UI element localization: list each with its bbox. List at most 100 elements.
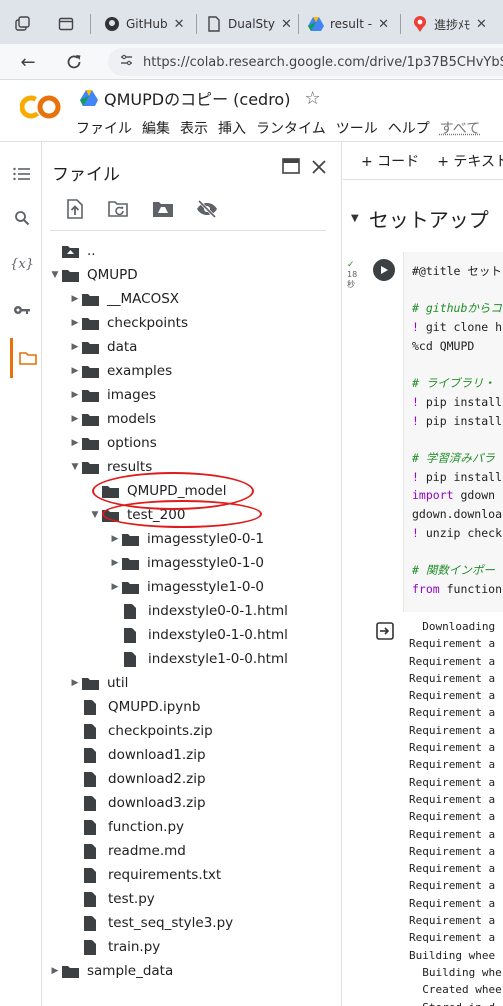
- collapsed-arrow-icon[interactable]: ▶: [68, 294, 82, 304]
- url-field[interactable]: https://colab.research.google.com/drive/…: [108, 48, 503, 76]
- notebook-title[interactable]: QMUPDのコピー (cedro) ☆: [80, 86, 321, 110]
- folder-outline-icon: [19, 351, 37, 365]
- file-row[interactable]: test.py: [68, 888, 155, 910]
- menu-insert[interactable]: 挿入: [218, 118, 246, 138]
- code-editor[interactable]: #@title セット # githubからコ ! git clone h %cd …: [403, 252, 503, 612]
- output-actions-icon[interactable]: [376, 622, 394, 640]
- folder-row[interactable]: ▶ models: [68, 408, 156, 430]
- tab-dualstyle[interactable]: DualSty ✕: [206, 8, 292, 40]
- file-row[interactable]: download3.zip: [68, 792, 206, 814]
- folder-row[interactable]: ▶ examples: [68, 360, 172, 382]
- close-icon[interactable]: ✕: [281, 17, 292, 32]
- code-line: ! pip install: [412, 468, 503, 487]
- output-line: Requirement a: [409, 860, 503, 877]
- code-line: gdown.downloa: [412, 505, 503, 524]
- collapsed-arrow-icon[interactable]: ▶: [68, 678, 82, 688]
- tab-progress-memo[interactable]: 進捗ﾒﾓ ✕: [412, 8, 487, 40]
- file-row[interactable]: download1.zip: [68, 744, 206, 766]
- collapse-caret-icon[interactable]: ▼: [351, 213, 359, 224]
- folder-icon: [82, 365, 99, 378]
- tab-result[interactable]: result - ✕: [308, 8, 389, 40]
- folder-row[interactable]: ..: [48, 240, 96, 262]
- menu-edit[interactable]: 編集: [142, 118, 170, 138]
- mount-drive-button[interactable]: [152, 198, 174, 220]
- expanded-arrow-icon[interactable]: ▼: [48, 270, 62, 280]
- collapsed-arrow-icon[interactable]: ▶: [68, 390, 82, 400]
- back-button[interactable]: ←: [16, 50, 40, 74]
- collapsed-arrow-icon[interactable]: ▶: [48, 966, 62, 976]
- collapsed-arrow-icon[interactable]: ▶: [108, 582, 122, 592]
- tab-list-button[interactable]: [58, 8, 80, 40]
- file-row[interactable]: requirements.txt: [68, 864, 221, 886]
- menu-file[interactable]: ファイル: [76, 118, 132, 138]
- folder-icon: [122, 581, 139, 594]
- folder-row[interactable]: ▶ __MACOSX: [68, 288, 179, 310]
- folder-row[interactable]: ▶ util: [68, 672, 128, 694]
- tab-actions-button[interactable]: [14, 8, 36, 40]
- section-header[interactable]: ▼ セットアップ: [343, 204, 489, 233]
- file-row[interactable]: checkpoints.zip: [68, 720, 213, 742]
- add-text-button[interactable]: + テキスト: [437, 151, 503, 171]
- menu-runtime[interactable]: ランタイム: [256, 118, 326, 138]
- colab-logo[interactable]: [20, 94, 60, 122]
- collapsed-arrow-icon[interactable]: ▶: [68, 342, 82, 352]
- file-row[interactable]: readme.md: [68, 840, 186, 862]
- close-icon[interactable]: [312, 158, 326, 179]
- menu-help[interactable]: ヘルプ: [388, 118, 430, 138]
- toggle-hidden-button[interactable]: [196, 198, 218, 220]
- folder-row[interactable]: ▶ data: [68, 336, 137, 358]
- folder-row[interactable]: ▶ images: [68, 384, 156, 406]
- tab-github[interactable]: GitHub ✕: [104, 8, 185, 40]
- code-line: ! pip install: [412, 412, 503, 431]
- star-icon[interactable]: ☆: [304, 88, 320, 109]
- file-row[interactable]: download2.zip: [68, 768, 206, 790]
- code-line: #@title セット: [412, 262, 503, 281]
- expanded-arrow-icon[interactable]: ▼: [68, 462, 82, 472]
- reload-button[interactable]: [62, 50, 86, 74]
- file-row[interactable]: QMUPD.ipynb: [68, 696, 200, 718]
- folder-row[interactable]: ▶ sample_data: [48, 960, 173, 982]
- folder-row[interactable]: ▶ imagesstyle0-0-1: [108, 528, 264, 550]
- file-row[interactable]: train.py: [68, 936, 160, 958]
- run-cell-button[interactable]: [373, 259, 395, 281]
- close-icon[interactable]: ✕: [476, 17, 487, 32]
- code-line: from function: [412, 580, 503, 599]
- collapsed-arrow-icon[interactable]: ▶: [68, 366, 82, 376]
- close-icon[interactable]: ✕: [174, 17, 185, 32]
- open-in-tab-icon[interactable]: [282, 158, 300, 179]
- search-button[interactable]: [10, 206, 34, 230]
- toc-button[interactable]: [10, 162, 34, 186]
- file-row[interactable]: indexstyle0-0-1.html: [108, 600, 288, 622]
- output-line: Requirement a: [409, 877, 503, 894]
- collapsed-arrow-icon[interactable]: ▶: [108, 534, 122, 544]
- close-icon[interactable]: ✕: [378, 17, 389, 32]
- file-icon: [84, 724, 96, 739]
- expanded-arrow-icon[interactable]: ▼: [88, 510, 102, 520]
- folder-row[interactable]: ▶ checkpoints: [68, 312, 188, 334]
- folder-row[interactable]: ▼ QMUPD: [48, 264, 138, 286]
- file-row[interactable]: indexstyle0-1-0.html: [108, 624, 288, 646]
- files-button[interactable]: [16, 346, 40, 370]
- secrets-button[interactable]: [10, 298, 34, 322]
- file-row[interactable]: indexstyle1-0-0.html: [108, 648, 288, 670]
- folder-row[interactable]: ▶ imagesstyle0-1-0: [108, 552, 264, 574]
- file-row[interactable]: test_seq_style3.py: [68, 912, 233, 934]
- collapsed-arrow-icon[interactable]: ▶: [68, 438, 82, 448]
- add-code-button[interactable]: + コード: [361, 151, 419, 171]
- folder-row[interactable]: ▶ options: [68, 432, 157, 454]
- vertical-tabs-icon: [58, 16, 74, 32]
- variables-button[interactable]: {x}: [10, 252, 34, 276]
- code-line: # githubからコ: [412, 299, 503, 318]
- refresh-button[interactable]: [108, 198, 130, 220]
- upload-button[interactable]: [64, 198, 86, 220]
- output-line: Requirement a: [409, 670, 503, 687]
- menu-tools[interactable]: ツール: [336, 118, 378, 138]
- collapsed-arrow-icon[interactable]: ▶: [108, 558, 122, 568]
- folder-row[interactable]: ▶ imagesstyle1-0-0: [108, 576, 264, 598]
- collapsed-arrow-icon[interactable]: ▶: [68, 318, 82, 328]
- collapsed-arrow-icon[interactable]: ▶: [68, 414, 82, 424]
- menu-all-changes[interactable]: すべて: [440, 118, 480, 138]
- menu-view[interactable]: 表示: [180, 118, 208, 138]
- menu-bar: ファイル 編集 表示 挿入 ランタイム ツール ヘルプ すべて: [76, 118, 490, 138]
- file-row[interactable]: function.py: [68, 816, 184, 838]
